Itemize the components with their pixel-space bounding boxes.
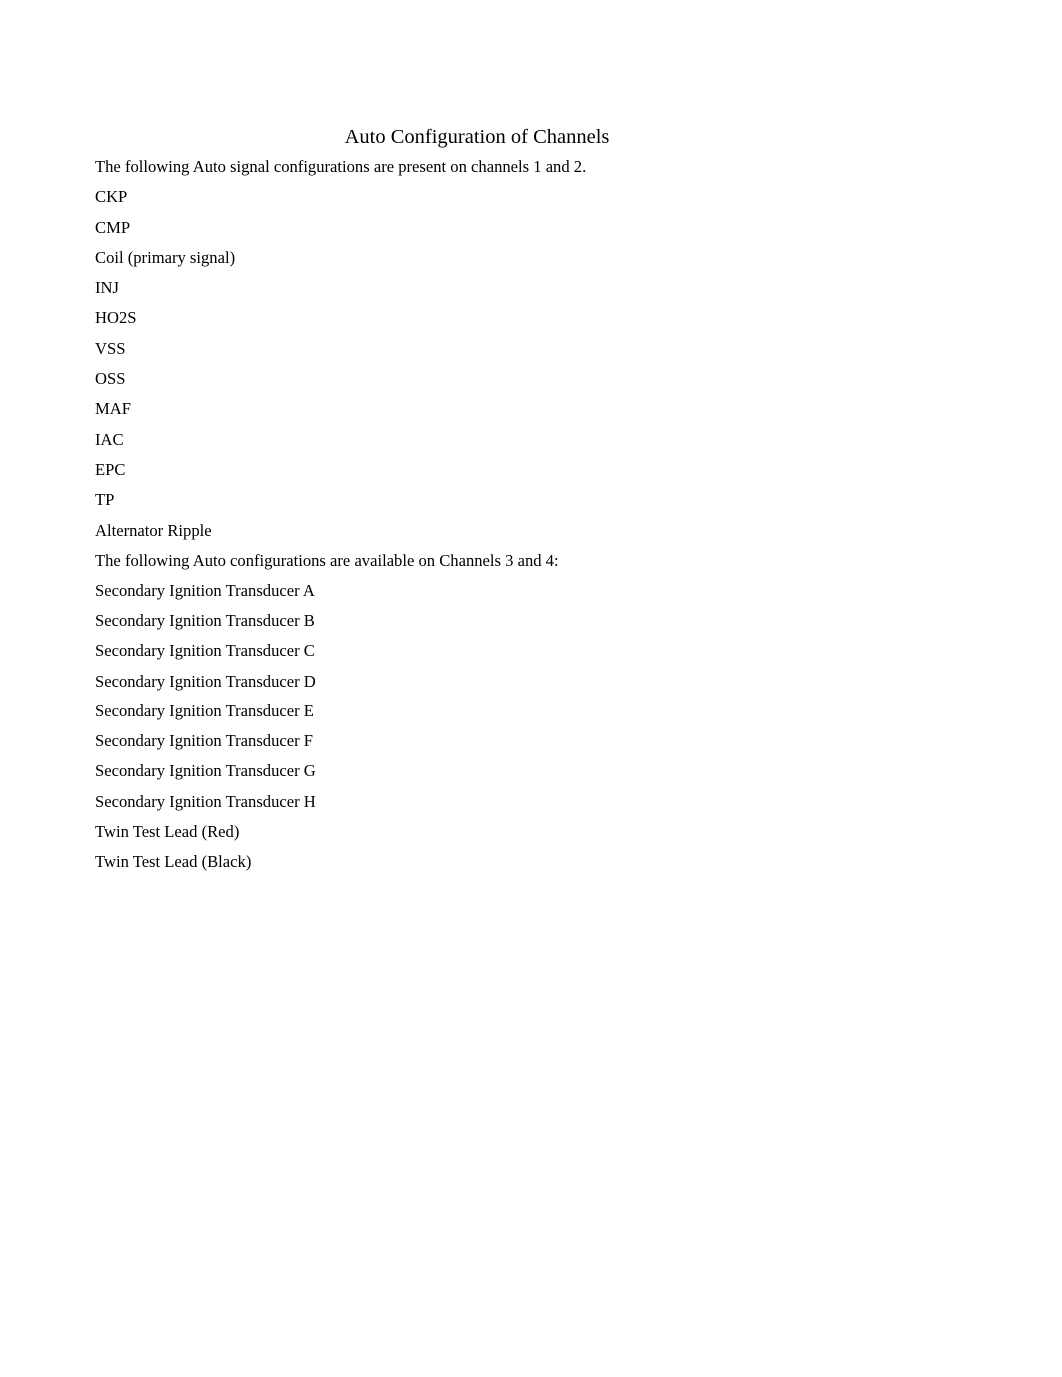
document-page: Auto Configuration of Channels The follo… (0, 0, 1062, 1377)
page-title: Auto Configuration of Channels (344, 126, 610, 148)
list-item: Alternator Ripple (95, 520, 212, 540)
list-item: INJ (95, 278, 119, 298)
list-item: Secondary Ignition Transducer B (95, 611, 315, 631)
list-item: HO2S (95, 308, 137, 328)
list-item: CKP (95, 187, 128, 207)
list-item: Secondary Ignition Transducer F (95, 731, 314, 751)
list-item: Coil (primary signal) (95, 247, 236, 267)
list-item: Twin Test Lead (Red) (95, 822, 240, 842)
list-item: MAF (95, 399, 131, 419)
list-item: Secondary Ignition Transducer E (95, 701, 314, 721)
list-item: CMP (95, 217, 131, 237)
list-item: OSS (95, 369, 126, 389)
list-item: Secondary Ignition Transducer C (95, 641, 315, 661)
list-item: Secondary Ignition Transducer D (95, 671, 316, 691)
list-item: Twin Test Lead (Black) (95, 852, 252, 872)
list-item: Secondary Ignition Transducer H (95, 791, 316, 811)
intro-paragraph-channels-3-4: The following Auto configurations are av… (95, 550, 559, 570)
list-item: Secondary Ignition Transducer A (95, 581, 315, 601)
intro-paragraph-channels-1-2: The following Auto signal configurations… (95, 157, 587, 176)
list-item: Secondary Ignition Transducer G (95, 761, 316, 781)
list-item: VSS (95, 338, 126, 358)
list-item: IAC (95, 429, 124, 449)
document-body: Auto Configuration of Channels The follo… (95, 122, 967, 878)
list-item: TP (95, 490, 115, 510)
list-item: EPC (95, 459, 126, 479)
